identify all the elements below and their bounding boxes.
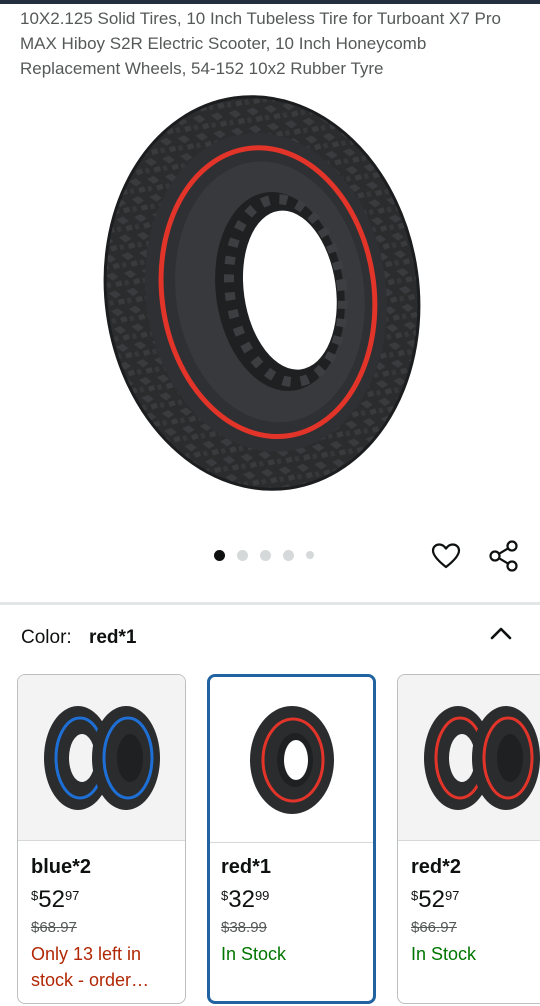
option-price: $5297 bbox=[31, 886, 80, 913]
option-price: $3299 bbox=[221, 886, 270, 913]
color-option-red-2[interactable]: red*2 $5297 $66.97 In Stock bbox=[397, 674, 540, 1004]
option-name: red*1 bbox=[221, 856, 272, 878]
swatch-image bbox=[210, 677, 373, 843]
section-divider bbox=[0, 602, 540, 605]
swatch-image bbox=[398, 675, 540, 841]
top-bar-edge bbox=[0, 0, 540, 4]
selected-color-value: red*1 bbox=[88, 627, 137, 648]
option-stock-status: In Stock bbox=[221, 944, 287, 964]
chevron-up-icon[interactable] bbox=[484, 618, 518, 648]
pagination-dot[interactable] bbox=[260, 549, 271, 561]
option-name: red*2 bbox=[411, 856, 462, 878]
tire-pair-image bbox=[43, 705, 160, 810]
product-title: 10X2.125 Solid Tires, 10 Inch Tubeless T… bbox=[20, 9, 501, 78]
color-option-blue-2[interactable]: blue*2 $5297 $68.97 Only 13 left in stoc… bbox=[17, 674, 186, 1004]
pagination-dot[interactable] bbox=[283, 549, 294, 561]
pagination-dot[interactable] bbox=[306, 551, 314, 559]
swatch-image bbox=[18, 675, 185, 841]
tire-image bbox=[249, 705, 334, 814]
option-list-price: $38.99 bbox=[221, 919, 267, 936]
image-pagination bbox=[214, 547, 314, 563]
option-stock-status: Only 13 left in stock - order… bbox=[31, 944, 150, 990]
heart-icon[interactable] bbox=[426, 536, 466, 576]
color-option-red-1[interactable]: red*1 $3299 $38.99 In Stock bbox=[207, 674, 376, 1004]
color-selector-header: Color: red*1 bbox=[21, 624, 137, 652]
option-list-price: $66.97 bbox=[411, 919, 457, 936]
pagination-dot[interactable] bbox=[237, 549, 248, 561]
product-image[interactable] bbox=[0, 88, 540, 528]
color-label: Color: bbox=[21, 627, 72, 648]
tire-pair-image bbox=[423, 705, 540, 810]
tire-image bbox=[103, 95, 421, 491]
pagination-dot[interactable] bbox=[214, 549, 225, 561]
option-stock-status: In Stock bbox=[411, 944, 477, 964]
option-list-price: $68.97 bbox=[31, 919, 77, 936]
option-price: $5297 bbox=[411, 886, 460, 913]
option-name: blue*2 bbox=[31, 856, 92, 878]
share-icon[interactable] bbox=[484, 536, 524, 576]
